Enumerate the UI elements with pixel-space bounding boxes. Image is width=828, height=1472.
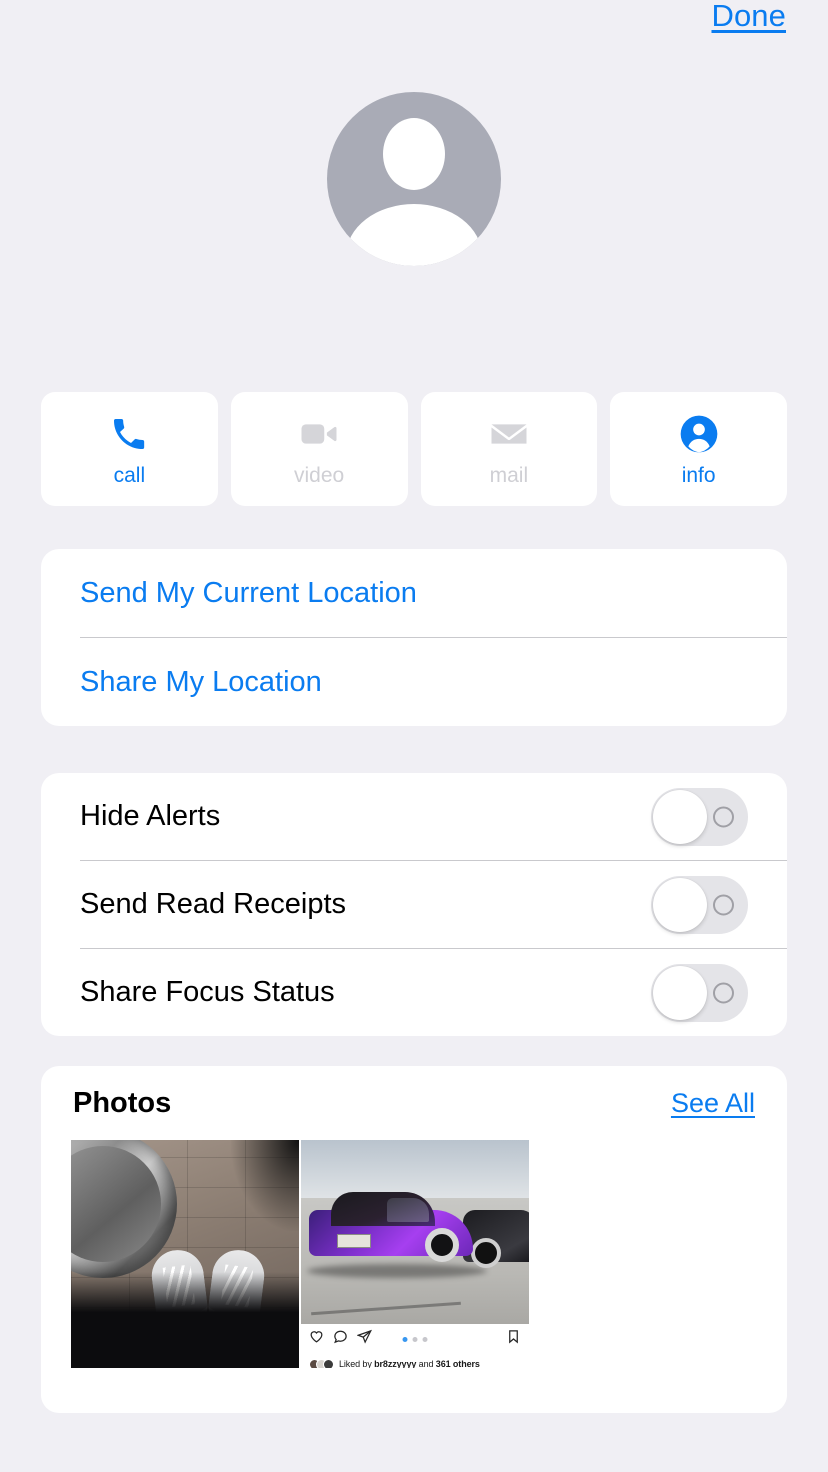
toggle-off-indicator-icon — [713, 982, 734, 1003]
call-label: call — [113, 463, 146, 487]
carousel-dot[interactable] — [422, 1336, 428, 1342]
envelope-icon — [488, 413, 530, 455]
carousel-dot[interactable] — [412, 1336, 418, 1342]
likes-prefix: Liked by — [339, 1359, 375, 1368]
share-my-location-label: Share My Location — [80, 665, 322, 698]
person-placeholder-body — [346, 204, 482, 266]
comment-icon[interactable] — [333, 1329, 348, 1349]
toggle-off-indicator-icon — [713, 894, 734, 915]
settings-card: Hide Alerts Send Read Receipts Share Foc… — [41, 773, 787, 1036]
call-button[interactable]: call — [41, 392, 218, 506]
photos-header: Photos See All — [41, 1066, 787, 1140]
photo-shadow — [230, 1140, 299, 1232]
location-card: Send My Current Location Share My Locati… — [41, 549, 787, 726]
photo-dark-foreground — [71, 1272, 299, 1368]
photos-card: Photos See All Liked by br8zzyyyy and 36… — [41, 1066, 787, 1413]
phone-icon — [109, 413, 149, 455]
mail-button[interactable]: mail — [420, 392, 598, 506]
toggle-knob — [653, 877, 707, 932]
video-camera-icon — [298, 413, 340, 455]
avatar-section — [0, 92, 828, 271]
person-placeholder-icon — [383, 118, 445, 190]
share-focus-status-toggle[interactable] — [651, 963, 748, 1022]
avatar[interactable] — [327, 92, 501, 266]
share-focus-status-label: Share Focus Status — [80, 976, 335, 1008]
hide-alerts-label: Hide Alerts — [80, 800, 221, 832]
photos-title: Photos — [73, 1086, 172, 1119]
likes-count[interactable]: 361 others — [436, 1359, 480, 1368]
video-button[interactable]: video — [230, 392, 408, 506]
send-current-location-label: Send My Current Location — [80, 576, 417, 609]
carousel-dots — [402, 1336, 428, 1342]
person-circle-icon — [679, 413, 719, 455]
toggle-off-indicator-icon — [713, 806, 734, 827]
send-current-location-row[interactable]: Send My Current Location — [41, 549, 787, 637]
toggle-knob — [653, 789, 707, 844]
photo-purple-car — [309, 1192, 473, 1270]
bookmark-icon[interactable] — [506, 1329, 521, 1349]
info-button[interactable]: info — [610, 392, 787, 506]
heart-icon[interactable] — [309, 1329, 324, 1349]
share-icon[interactable] — [356, 1329, 372, 1349]
info-label: info — [681, 463, 716, 487]
contact-info-screen: Done call video mail info Send My Curren… — [0, 0, 828, 1472]
video-label: video — [294, 463, 345, 487]
photo-car-beach — [301, 1140, 529, 1324]
photo-thumbnail[interactable]: Liked by br8zzyyyy and 361 others — [301, 1140, 529, 1368]
mail-label: mail — [489, 463, 529, 487]
instagram-action-bar — [301, 1324, 529, 1354]
top-bar: Done — [0, 0, 828, 48]
liker-avatars — [309, 1358, 334, 1368]
share-focus-status-row[interactable]: Share Focus Status — [41, 949, 787, 1036]
done-button[interactable]: Done — [711, 0, 786, 34]
action-button-row: call video mail info — [41, 392, 787, 506]
likes-text: Liked by br8zzyyyy and 361 others — [339, 1359, 480, 1368]
toggle-knob — [653, 965, 707, 1020]
hide-alerts-toggle[interactable] — [651, 787, 748, 846]
contact-name — [0, 280, 828, 320]
instagram-likes-row: Liked by br8zzyyyy and 361 others — [301, 1354, 529, 1368]
photo-thumbnail[interactable] — [71, 1140, 299, 1368]
see-all-button[interactable]: See All — [671, 1088, 755, 1119]
photo-strip: Liked by br8zzyyyy and 361 others — [41, 1140, 787, 1368]
hide-alerts-row[interactable]: Hide Alerts — [41, 773, 787, 860]
avatar — [323, 1358, 334, 1368]
send-read-receipts-row[interactable]: Send Read Receipts — [41, 861, 787, 948]
carousel-dot[interactable] — [402, 1336, 408, 1342]
send-read-receipts-label: Send Read Receipts — [80, 888, 346, 920]
photo-sky — [301, 1140, 529, 1198]
likes-middle: and — [416, 1359, 436, 1368]
likes-username[interactable]: br8zzyyyy — [374, 1359, 416, 1368]
share-my-location-row[interactable]: Share My Location — [41, 638, 787, 726]
send-read-receipts-toggle[interactable] — [651, 875, 748, 934]
